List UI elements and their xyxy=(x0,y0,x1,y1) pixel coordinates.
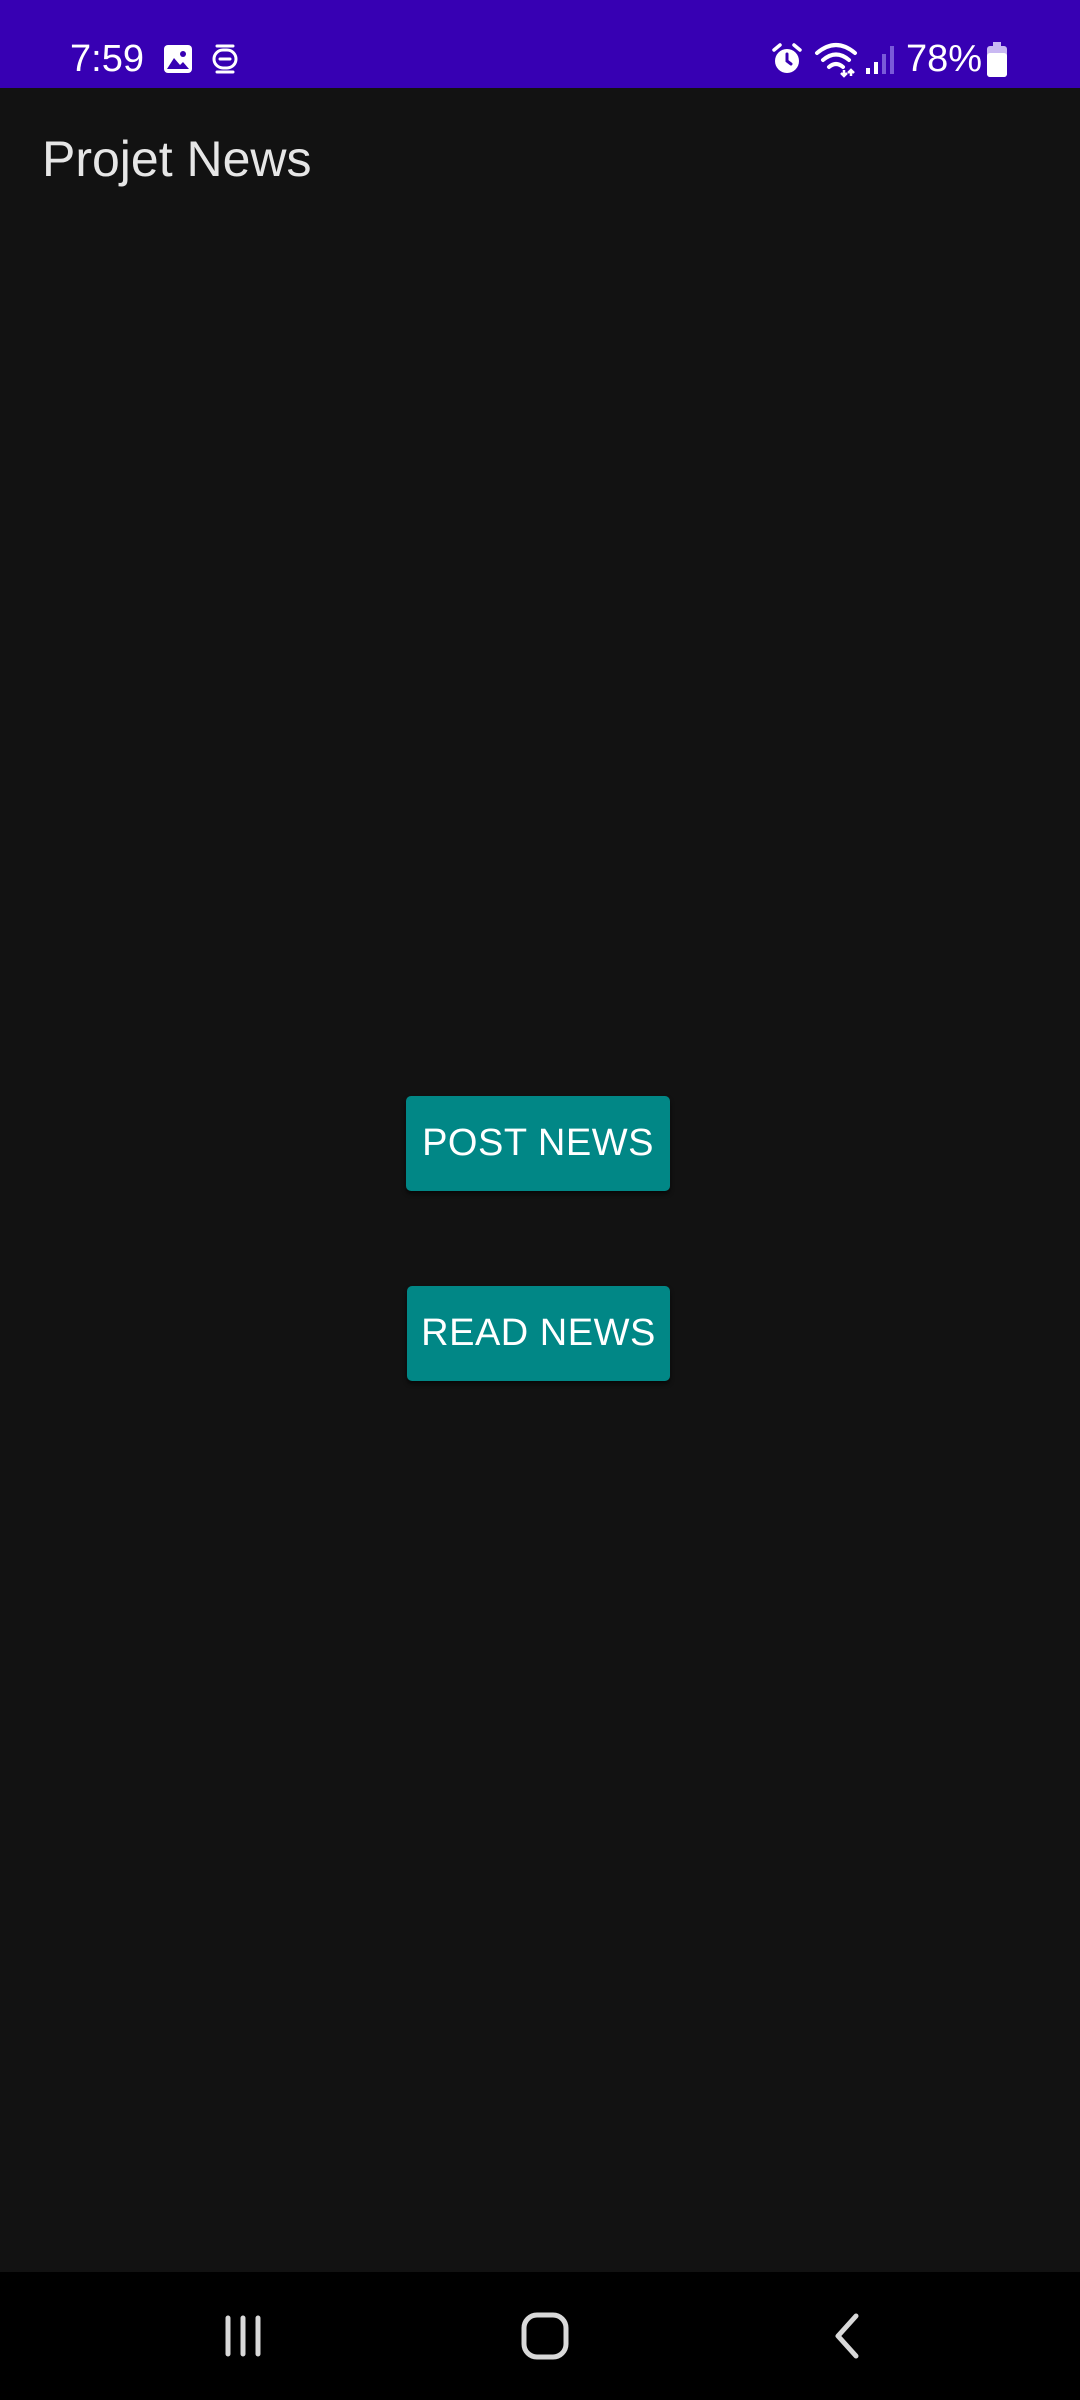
main-content xyxy=(0,238,1080,2272)
screenshot-icon xyxy=(211,42,239,81)
home-button[interactable] xyxy=(475,2272,615,2400)
back-button[interactable] xyxy=(778,2272,918,2400)
battery-percent: 78% xyxy=(905,38,982,80)
read-news-button[interactable]: READ NEWS xyxy=(407,1286,670,1381)
recent-apps-button[interactable] xyxy=(173,2272,313,2400)
battery-icon xyxy=(986,42,1008,83)
alarm-icon xyxy=(770,42,804,81)
wifi-icon xyxy=(814,40,858,83)
recent-apps-icon xyxy=(225,2315,261,2357)
navigation-bar xyxy=(0,2272,1080,2400)
status-time: 7:59 xyxy=(70,38,144,80)
signal-icon xyxy=(864,44,896,81)
app-title: Projet News xyxy=(42,131,312,187)
status-bar: 7:59 78% xyxy=(0,0,1080,88)
back-icon xyxy=(835,2313,859,2359)
image-icon xyxy=(163,44,193,79)
post-news-button[interactable]: POST NEWS xyxy=(406,1096,670,1191)
home-icon xyxy=(521,2312,569,2360)
